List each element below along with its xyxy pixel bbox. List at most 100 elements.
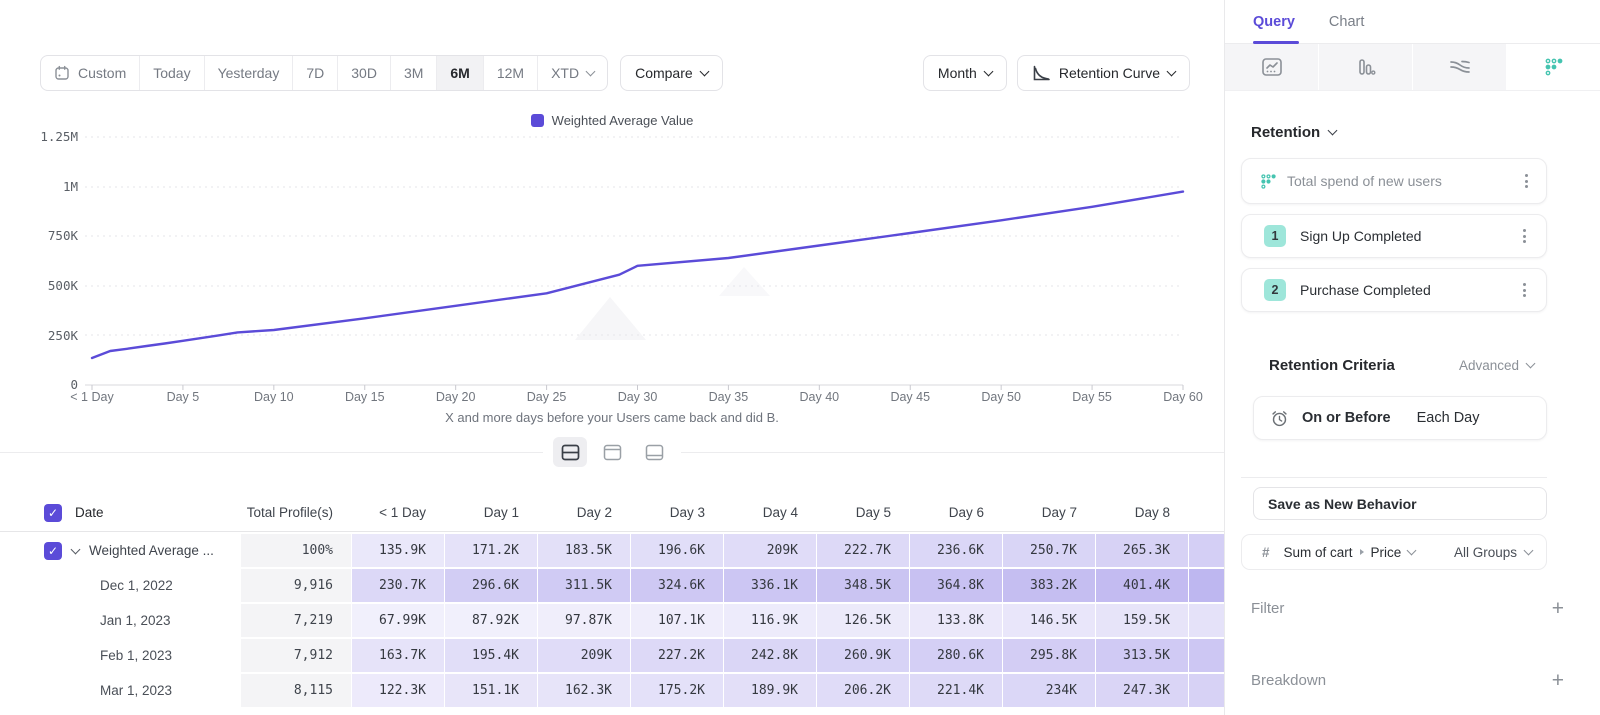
range-yesterday[interactable]: Yesterday bbox=[204, 56, 293, 90]
breadcrumb-arrow-icon bbox=[1360, 549, 1364, 555]
retention-value-cell[interactable]: 151.1K bbox=[445, 674, 537, 707]
chevron-down-icon bbox=[699, 66, 709, 76]
retention-value-cell[interactable]: 234K bbox=[1003, 674, 1095, 707]
retention-value-cell[interactable]: 250.7K bbox=[1003, 534, 1095, 567]
retention-value-cell[interactable]: 175.2K bbox=[631, 674, 723, 707]
tab-query[interactable]: Query bbox=[1253, 0, 1295, 44]
range-12m[interactable]: 12M bbox=[483, 56, 537, 90]
kebab-menu-icon[interactable] bbox=[1519, 223, 1530, 248]
measure-property: Price bbox=[1371, 545, 1402, 560]
retention-value-cell[interactable]: 159.5K bbox=[1096, 604, 1188, 637]
chart-type-button[interactable]: Retention Curve bbox=[1017, 55, 1190, 91]
retention-value-cell[interactable]: 171.2K bbox=[445, 534, 537, 567]
range-custom[interactable]: Custom bbox=[41, 56, 139, 90]
retention-value-cell[interactable]: 247.3K bbox=[1096, 674, 1188, 707]
retention-value-cell[interactable]: 242.8K bbox=[724, 639, 816, 672]
table-row: ✓Weighted Average ...100%135.9K171.2K183… bbox=[0, 534, 1225, 567]
behavior-card[interactable]: Total spend of new users bbox=[1241, 158, 1547, 204]
retention-value-cell[interactable]: 196.6K bbox=[631, 534, 723, 567]
retention-value-cell[interactable]: 206.2K bbox=[817, 674, 909, 707]
retention-value-cell[interactable]: 280.6K bbox=[910, 639, 1002, 672]
kebab-menu-icon[interactable] bbox=[1519, 277, 1530, 302]
criteria-mode-dropdown[interactable]: Advanced bbox=[1459, 358, 1534, 373]
retention-value-cell[interactable]: 295.8K bbox=[1003, 639, 1095, 672]
retention-value-cell[interactable]: 311.5K bbox=[538, 569, 630, 602]
save-as-new-behavior-button[interactable]: Save as New Behavior bbox=[1253, 487, 1547, 520]
retention-value-cell[interactable]: 116.9K bbox=[724, 604, 816, 637]
measurement-label: Retention bbox=[1251, 124, 1320, 141]
retention-value-cell[interactable]: 107.1K bbox=[631, 604, 723, 637]
view-split-button[interactable] bbox=[553, 437, 587, 467]
retention-value-cell[interactable]: 163.7K bbox=[352, 639, 444, 672]
retention-value-cell[interactable]: 87.92K bbox=[445, 604, 537, 637]
table-row: Feb 1, 20237,912163.7K195.4K209K227.2K24… bbox=[0, 639, 1225, 672]
chart-legend: Weighted Average Value bbox=[0, 113, 1224, 128]
range-today[interactable]: Today bbox=[139, 56, 203, 90]
range-6m[interactable]: 6M bbox=[436, 56, 482, 90]
chevron-down-icon bbox=[1328, 126, 1338, 136]
row-label: Feb 1, 2023 bbox=[100, 648, 172, 663]
timing-card[interactable]: On or Before Each Day bbox=[1253, 396, 1547, 440]
chevron-down-icon bbox=[1524, 545, 1534, 555]
retention-value-cell[interactable]: 222.7K bbox=[817, 534, 909, 567]
row-label: Dec 1, 2022 bbox=[100, 578, 173, 593]
retention-value-cell[interactable]: 265.3K bbox=[1096, 534, 1188, 567]
range-30d[interactable]: 30D bbox=[337, 56, 390, 90]
row-checkbox[interactable]: ✓ bbox=[44, 542, 62, 560]
toolbar-right: Month Retention Curve bbox=[923, 55, 1190, 91]
retention-value-cell[interactable]: 133.8K bbox=[910, 604, 1002, 637]
view-table-top-button[interactable] bbox=[595, 437, 629, 467]
x-axis-tick: Day 20 bbox=[411, 390, 501, 404]
flows-icon bbox=[1449, 58, 1471, 76]
clipped-value-cell bbox=[1189, 569, 1225, 602]
view-table-bottom-button[interactable] bbox=[637, 437, 671, 467]
range-xtd[interactable]: XTD bbox=[537, 56, 607, 90]
add-filter-icon[interactable]: + bbox=[1552, 598, 1564, 619]
retention-value-cell[interactable]: 209K bbox=[724, 534, 816, 567]
compare-label: Compare bbox=[635, 65, 693, 81]
retention-value-cell[interactable]: 227.2K bbox=[631, 639, 723, 672]
retention-value-cell[interactable]: 230.7K bbox=[352, 569, 444, 602]
retention-value-cell[interactable]: 122.3K bbox=[352, 674, 444, 707]
measurement-selector[interactable]: Retention bbox=[1251, 124, 1336, 141]
retention-value-cell[interactable]: 348.5K bbox=[817, 569, 909, 602]
retention-value-cell[interactable]: 260.9K bbox=[817, 639, 909, 672]
granularity-button[interactable]: Month bbox=[923, 55, 1007, 91]
kebab-menu-icon[interactable] bbox=[1521, 168, 1532, 193]
retention-value-cell[interactable]: 364.8K bbox=[910, 569, 1002, 602]
range-3m[interactable]: 3M bbox=[390, 56, 436, 90]
flows-button[interactable] bbox=[1413, 44, 1506, 90]
compare-button[interactable]: Compare bbox=[620, 55, 723, 91]
groups-dropdown[interactable]: All Groups bbox=[1454, 545, 1532, 560]
retention-value-cell[interactable]: 236.6K bbox=[910, 534, 1002, 567]
event-item[interactable]: 2 Purchase Completed bbox=[1241, 268, 1547, 312]
event-item[interactable]: 1 Sign Up Completed bbox=[1241, 214, 1547, 258]
retention-value-cell[interactable]: 296.6K bbox=[445, 569, 537, 602]
retention-value-cell[interactable]: 67.99K bbox=[352, 604, 444, 637]
funnel-bars-button[interactable] bbox=[1319, 44, 1412, 90]
retention-button[interactable] bbox=[1507, 44, 1600, 90]
retention-value-cell[interactable]: 383.2K bbox=[1003, 569, 1095, 602]
retention-value-cell[interactable]: 221.4K bbox=[910, 674, 1002, 707]
expand-chevron-icon[interactable] bbox=[71, 544, 81, 554]
retention-value-cell[interactable]: 195.4K bbox=[445, 639, 537, 672]
retention-value-cell[interactable]: 162.3K bbox=[538, 674, 630, 707]
retention-value-cell[interactable]: 209K bbox=[538, 639, 630, 672]
range-7d[interactable]: 7D bbox=[292, 56, 337, 90]
retention-value-cell[interactable]: 97.87K bbox=[538, 604, 630, 637]
watermark-triangle bbox=[719, 267, 770, 296]
retention-value-cell[interactable]: 313.5K bbox=[1096, 639, 1188, 672]
retention-value-cell[interactable]: 146.5K bbox=[1003, 604, 1095, 637]
retention-value-cell[interactable]: 324.6K bbox=[631, 569, 723, 602]
retention-value-cell[interactable]: 189.9K bbox=[724, 674, 816, 707]
tab-chart[interactable]: Chart bbox=[1329, 0, 1364, 44]
add-breakdown-icon[interactable]: + bbox=[1552, 670, 1564, 691]
retention-value-cell[interactable]: 135.9K bbox=[352, 534, 444, 567]
retention-value-cell[interactable]: 401.4K bbox=[1096, 569, 1188, 602]
select-all-checkbox[interactable]: ✓ bbox=[44, 504, 62, 522]
measure-property-dropdown[interactable]: Sum of cart Price bbox=[1284, 545, 1416, 560]
retention-value-cell[interactable]: 126.5K bbox=[817, 604, 909, 637]
insights-chart-button[interactable] bbox=[1225, 44, 1318, 90]
retention-value-cell[interactable]: 336.1K bbox=[724, 569, 816, 602]
retention-value-cell[interactable]: 183.5K bbox=[538, 534, 630, 567]
